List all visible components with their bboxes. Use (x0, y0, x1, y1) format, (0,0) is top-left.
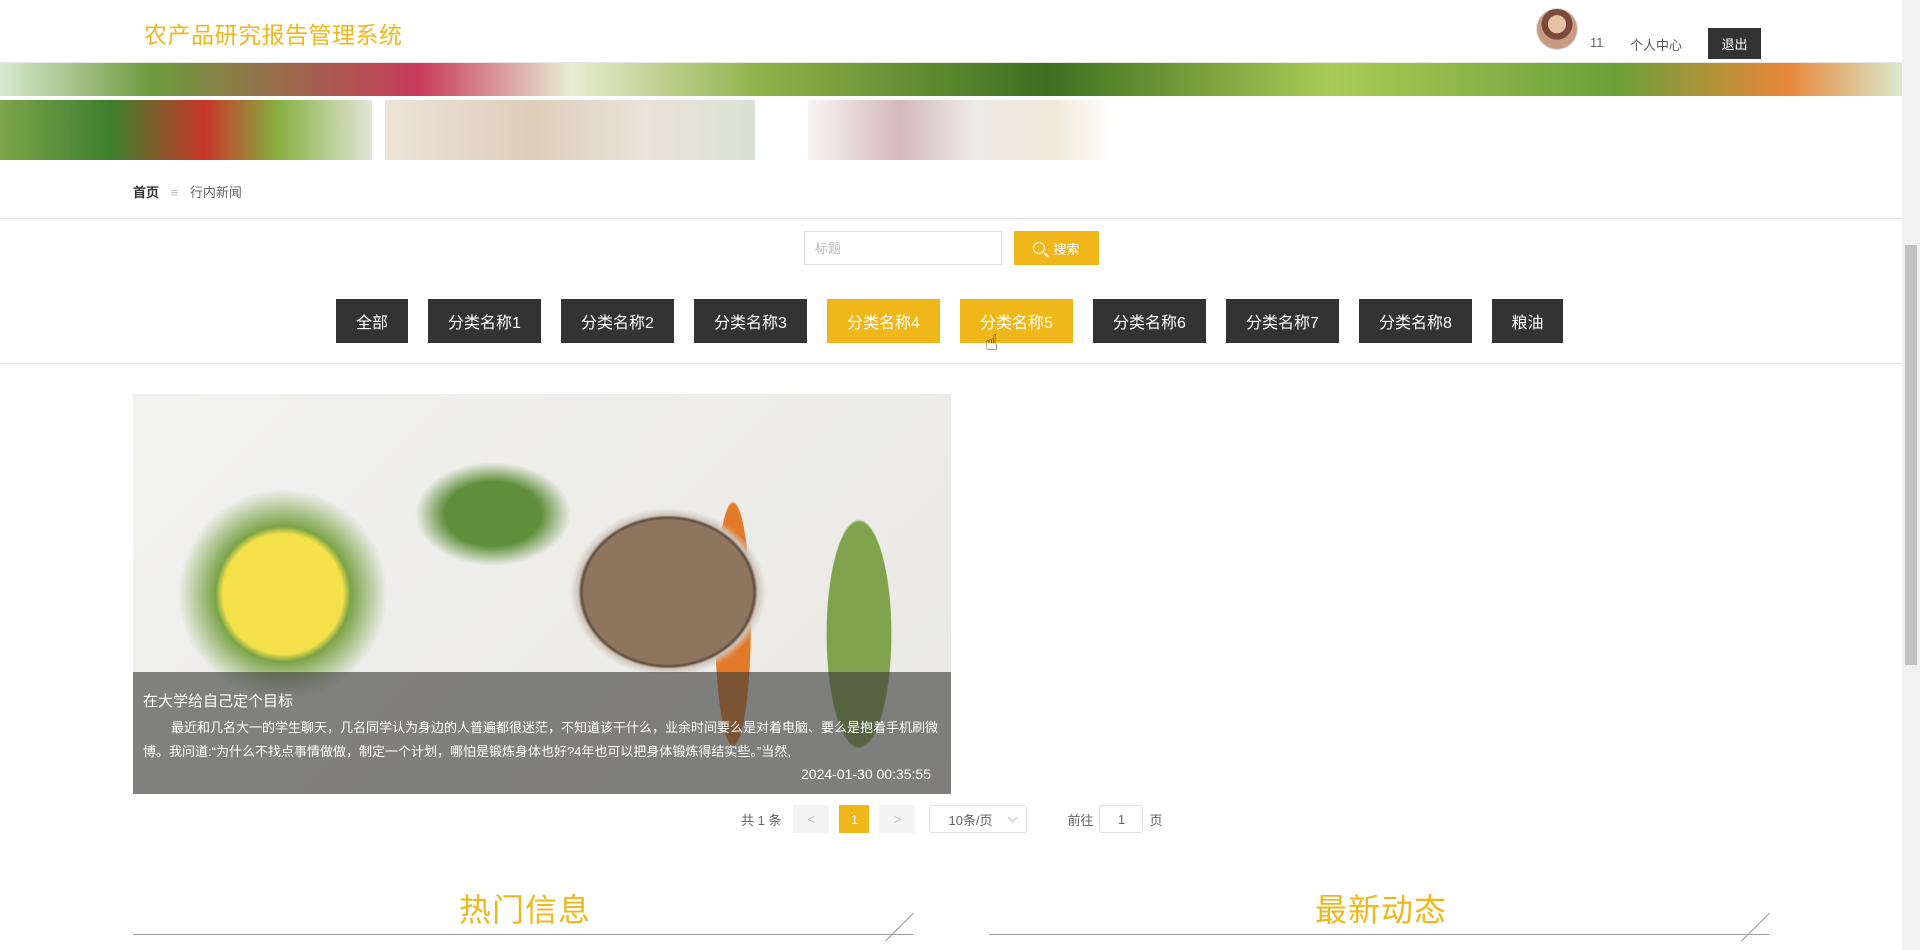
news-excerpt: 最近和几名大一的学生聊天，几名同学认为身边的人普遍都很迷茫，不知道该干什么，业余… (143, 720, 939, 759)
category-filter-bar: 全部 分类名称1 分类名称2 分类名称3 分类名称4 分类名称5 分类名称6 分… (336, 299, 1583, 343)
search-icon (1033, 242, 1046, 254)
avatar[interactable] (1536, 8, 1578, 50)
page-size-value: 10条/页 (948, 812, 993, 828)
page-size-select[interactable]: 10条/页 (929, 805, 1028, 833)
banner-thumbnail-2 (385, 100, 755, 160)
category-2-button[interactable]: 分类名称2 (561, 299, 674, 343)
search-input[interactable] (804, 231, 1002, 265)
search-button[interactable]: 搜索 (1014, 231, 1099, 265)
breadcrumb-home-link[interactable]: 首页 (133, 185, 159, 200)
breadcrumb-current: 行内新闻 (189, 185, 242, 200)
divider (0, 363, 1902, 364)
next-page-button[interactable]: > (879, 805, 916, 833)
news-date: 2024-01-30 00:35:55 (801, 766, 931, 782)
divider (885, 912, 914, 942)
user-center-link[interactable]: 个人中心 (1630, 35, 1682, 54)
banner-thumbnail-1 (0, 100, 372, 160)
divider (133, 934, 913, 935)
site-title[interactable]: 农产品研究报告管理系统 (144, 16, 403, 50)
category-1-button[interactable]: 分类名称1 (428, 299, 541, 343)
category-8-button[interactable]: 分类名称8 (1359, 299, 1472, 343)
latest-news-heading: 最新动态 (1315, 892, 1448, 928)
banner-image (0, 62, 1902, 96)
page-unit-label: 页 (1149, 812, 1163, 828)
scrollbar-thumb[interactable] (1905, 245, 1917, 665)
username-label: 11 (1590, 35, 1604, 50)
chevron-down-icon (1008, 812, 1018, 822)
pagination: 共 1 条 < 1 > 10条/页 前往 页 (741, 805, 1163, 833)
page-number-current[interactable]: 1 (839, 805, 870, 833)
hot-info-heading: 热门信息 (459, 892, 592, 928)
goto-page-input[interactable] (1099, 805, 1144, 833)
goto-label: 前往 (1067, 812, 1094, 828)
banner-thumbnail-3 (808, 100, 1113, 160)
top-header: 农产品研究报告管理系统 11 个人中心 退出 (0, 0, 1902, 63)
logout-button[interactable]: 退出 (1708, 28, 1761, 59)
breadcrumb: 首页 ≡ 行内新闻 (133, 182, 242, 201)
category-grain-oil-button[interactable]: 粮油 (1492, 299, 1563, 343)
prev-page-button[interactable]: < (793, 805, 830, 833)
breadcrumb-separator-icon: ≡ (170, 185, 179, 200)
divider (1741, 912, 1770, 942)
category-3-button[interactable]: 分类名称3 (694, 299, 807, 343)
news-title[interactable]: 在大学给自己定个目标 (143, 690, 293, 711)
category-all-button[interactable]: 全部 (336, 299, 408, 343)
category-7-button[interactable]: 分类名称7 (1226, 299, 1339, 343)
pointer-cursor-icon: ☝ (985, 330, 999, 355)
category-5-button[interactable]: 分类名称5 (960, 299, 1073, 343)
search-button-label: 搜索 (1053, 241, 1080, 257)
category-4-button[interactable]: 分类名称4 (827, 299, 940, 343)
divider (0, 218, 1902, 219)
pagination-total: 共 1 条 (741, 812, 782, 828)
category-6-button[interactable]: 分类名称6 (1093, 299, 1206, 343)
divider (989, 934, 1769, 935)
news-card[interactable]: 在大学给自己定个目标 最近和几名大一的学生聊天，几名同学认为身边的人普遍都很迷茫… (133, 394, 951, 794)
